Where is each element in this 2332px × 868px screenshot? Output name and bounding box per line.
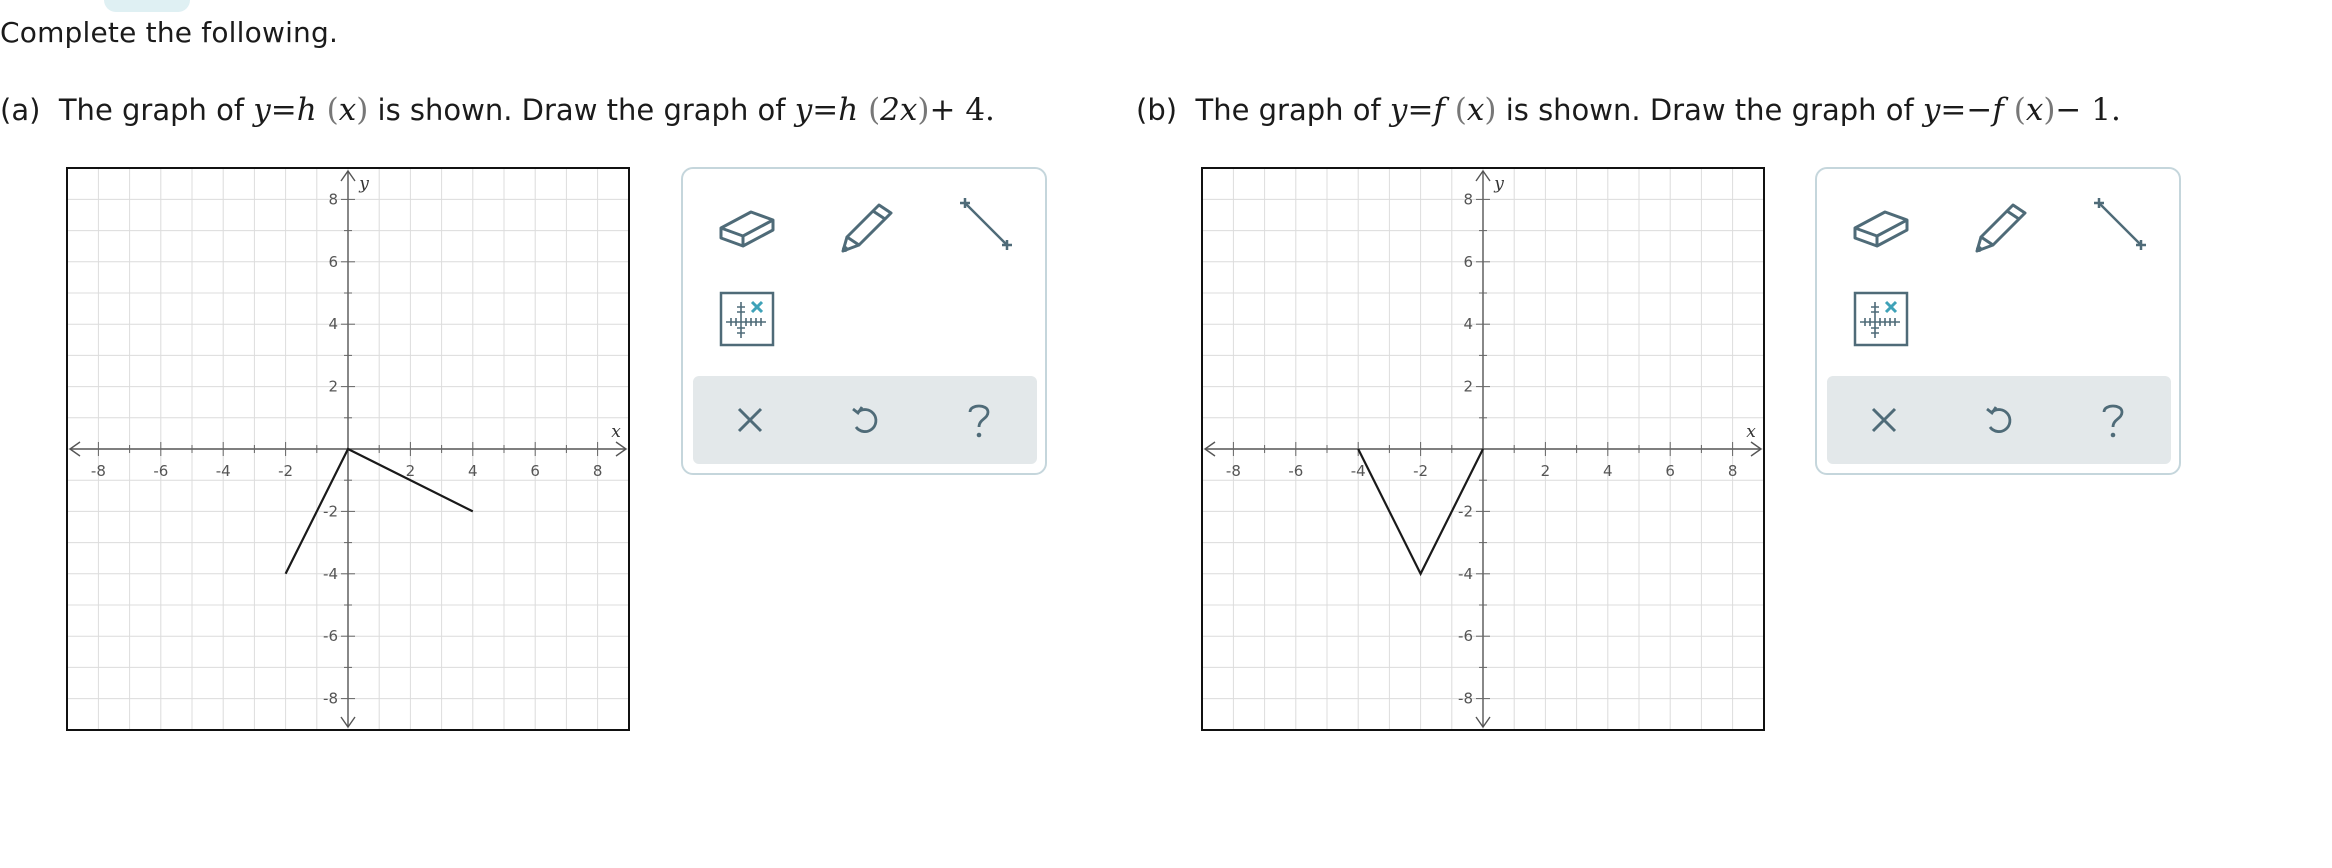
toolbox-b-action-bar [1827,376,2171,464]
x-tick-label: -8 [1226,462,1241,480]
clear-icon [737,407,763,433]
x-tick-label: -8 [91,462,106,480]
instructions-text: Complete the following. [0,16,339,49]
clear-icon [1871,407,1897,433]
part-a-letter: (a) [0,93,41,127]
y-tick-label: -8 [1458,690,1473,708]
x-tick-label: -6 [1288,462,1303,480]
eraser-icon [1853,210,1909,248]
x-tick-label: -2 [278,462,293,480]
x-tick-label: -2 [1413,462,1428,480]
pencil-icon [1975,203,2027,253]
y-tick-label: 6 [328,253,338,271]
y-tick-label: -2 [323,502,338,520]
undo-button[interactable] [1965,386,2033,454]
help-icon [2102,404,2124,438]
part-b-given-equation: y=f (x) [1389,92,1497,128]
y-tick-label: 2 [328,378,338,396]
line-tool-button[interactable] [2079,185,2159,265]
y-axis-label: y [1493,174,1504,194]
pencil-tool-button[interactable] [1961,185,2041,265]
help-button[interactable] [945,386,1013,454]
pencil-icon [841,203,893,253]
y-tick-label: 8 [328,190,338,208]
x-tick-label: -6 [153,462,168,480]
part-a-text-2: is shown. Draw the graph of [377,93,786,127]
eraser-icon [719,210,775,248]
x-tick-label: -4 [216,462,231,480]
x-tick-label: -4 [1351,462,1366,480]
y-tick-label: 4 [1463,315,1473,333]
y-tick-label: 2 [1463,378,1473,396]
point-grid-icon [719,291,775,347]
x-tick-label: 8 [593,462,603,480]
part-b-text-1: The graph of [1195,93,1381,127]
graph-b-svg[interactable]: -8 -6 -4 -2 2 4 6 8 8 6 4 2 -2 -4 -6 -8 x y [1201,167,1765,731]
graph-a-canvas[interactable]: -8 -6 -4 -2 2 4 6 8 8 6 4 2 -2 -4 -6 -8 x y [66,167,630,731]
y-tick-label: 8 [1463,190,1473,208]
graph-a-svg[interactable]: -8 -6 -4 -2 2 4 6 88642-2-4-6-8xy [66,167,630,731]
help-button[interactable] [2079,386,2147,454]
line-segment-icon [2094,198,2146,250]
undo-icon [852,406,878,433]
graph-b-canvas[interactable]: -8 -6 -4 -2 2 4 6 8 8 6 4 2 -2 -4 -6 -8 x y [1201,167,1765,731]
toolbox-a [681,167,1047,475]
part-a-text-1: The graph of [58,93,245,127]
part-b-target-equation: y=−f (x)− 1. [1922,92,2121,128]
point-tool-button[interactable] [1841,279,1921,359]
x-tick-label: 2 [1541,462,1551,480]
part-b-text-2: is shown. Draw the graph of [1505,93,1914,127]
help-icon [968,404,990,438]
part-a-target-equation: y=h (2x)+ 4. [794,92,995,128]
toolbox-b [1815,167,2181,475]
line-tool-button[interactable] [945,185,1025,265]
y-tick-label: -8 [323,690,338,708]
y-tick-label: 4 [328,315,338,333]
x-tick-label: 4 [468,462,478,480]
part-a-given-equation: y=h (x) [253,92,369,128]
toolbox-a-action-bar [693,376,1037,464]
line-segment-icon [960,198,1012,250]
eraser-tool-button[interactable] [1841,185,1921,265]
y-tick-label: 6 [1463,253,1473,271]
part-b-letter: (b) [1136,93,1178,127]
clear-button[interactable] [1850,386,1918,454]
point-grid-icon [1853,291,1909,347]
part-b-prompt: (b) The graph of y=f (x) is shown. Draw … [1136,92,2121,128]
y-tick-label: -4 [1458,565,1473,583]
undo-button[interactable] [831,386,899,454]
x-tick-label: 6 [530,462,540,480]
x-tick-label: 6 [1665,462,1675,480]
clear-button[interactable] [716,386,784,454]
undo-icon [1986,406,2012,433]
x-tick-label: 8 [1728,462,1738,480]
y-tick-label: -2 [1458,502,1473,520]
x-tick-label: 4 [1603,462,1613,480]
eraser-tool-button[interactable] [707,185,787,265]
pencil-tool-button[interactable] [827,185,907,265]
y-tick-label: -6 [1458,627,1473,645]
y-axis-label: y [358,174,369,194]
point-tool-button[interactable] [707,279,787,359]
part-a-prompt: (a) The graph of y=h (x) is shown. Draw … [0,92,995,128]
y-tick-label: -4 [323,565,338,583]
y-tick-label: -6 [323,627,338,645]
top-tab-decoration [104,0,190,12]
x-axis-label: x [611,422,621,442]
x-axis-label: x [1746,422,1756,442]
